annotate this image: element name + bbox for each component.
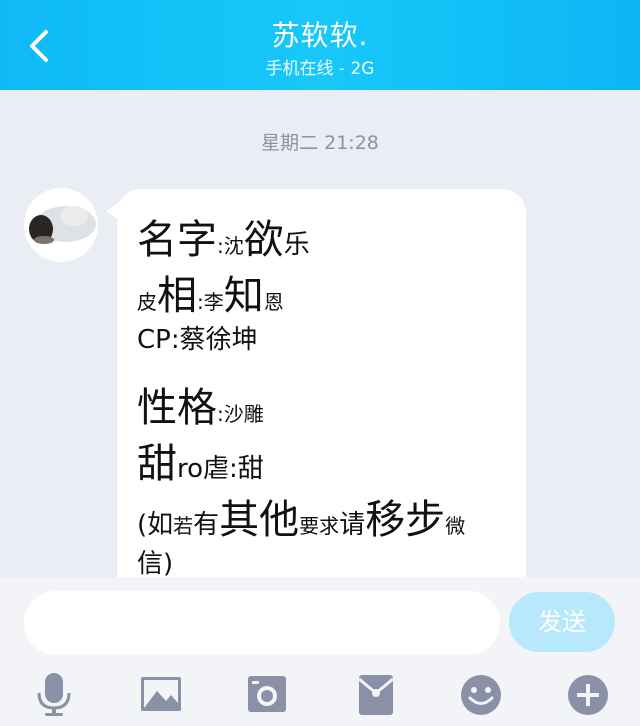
contact-name[interactable]: 苏软软.	[0, 14, 640, 54]
value-cp: 蔡徐坤	[179, 325, 258, 355]
note-8: 微	[445, 514, 466, 538]
voice-button[interactable]	[32, 673, 76, 717]
value-name-1: 沈	[223, 234, 244, 258]
value-face-3: 恩	[263, 290, 284, 314]
microphone-icon	[37, 673, 71, 716]
emoji-button[interactable]	[459, 673, 503, 717]
note-3: 有	[193, 510, 220, 540]
message-line-cp: CP:蔡徐坤	[137, 319, 506, 375]
more-button[interactable]	[566, 673, 610, 717]
camera-icon	[248, 676, 286, 712]
value-name-3: 乐	[283, 230, 310, 260]
note-2: 若	[173, 514, 194, 538]
colon: :	[217, 234, 224, 258]
message-list[interactable]: 星期二 21:28 名字:沈欲乐 皮相:李知恩 CP:蔡徐坤 性格:沙雕 甜ro…	[0, 90, 640, 648]
avatar[interactable]	[24, 188, 98, 262]
note-7: 移步	[365, 497, 446, 543]
label-name: 名字	[137, 217, 217, 263]
label-face-1: 皮	[137, 290, 157, 314]
avatar-image	[24, 188, 98, 262]
red-packet-button[interactable]	[354, 673, 398, 717]
label-face-2: 相	[157, 273, 197, 319]
message-timestamp: 星期二 21:28	[261, 132, 379, 154]
colon: :	[170, 325, 180, 355]
label-cp: CP	[137, 325, 171, 355]
colon: :	[229, 454, 238, 484]
image-icon	[141, 677, 181, 711]
online-status: 手机在线 - 2G	[265, 59, 375, 79]
image-button[interactable]	[139, 673, 183, 717]
note-9: 信)	[137, 549, 174, 579]
message-input[interactable]	[24, 591, 500, 655]
plus-icon	[568, 675, 608, 715]
message-line-tone: 甜ro虐:甜	[137, 431, 506, 487]
input-toolbar	[0, 673, 640, 717]
value-face-1: 李	[203, 290, 224, 314]
message-line-name: 名字:沈欲乐	[137, 207, 506, 263]
colon: :	[197, 290, 204, 314]
emoji-icon	[461, 675, 501, 715]
note-5: 要求	[299, 514, 340, 538]
note-1: (如	[137, 510, 174, 540]
message-line-note: (如若有其他要求请移步微	[137, 487, 506, 543]
value-tone: 甜	[237, 454, 264, 484]
colon: :	[217, 402, 224, 426]
value-face-2: 知	[223, 273, 264, 319]
red-packet-icon	[358, 675, 394, 715]
message-line-personality: 性格:沙雕	[137, 375, 506, 431]
composer: 发送	[0, 577, 640, 726]
label-tone-1: 甜	[137, 441, 177, 487]
note-6: 请	[339, 510, 366, 540]
value-name-2: 欲	[243, 217, 284, 263]
chat-header: 苏软软. 手机在线 - 2G	[0, 0, 640, 90]
message-line-face: 皮相:李知恩	[137, 263, 506, 319]
label-tone-2: ro虐	[177, 454, 230, 484]
camera-button[interactable]	[245, 673, 289, 717]
send-button[interactable]: 发送	[509, 592, 615, 652]
label-personality: 性格	[137, 385, 217, 431]
value-personality: 沙雕	[223, 402, 264, 426]
note-4: 其他	[219, 497, 300, 543]
